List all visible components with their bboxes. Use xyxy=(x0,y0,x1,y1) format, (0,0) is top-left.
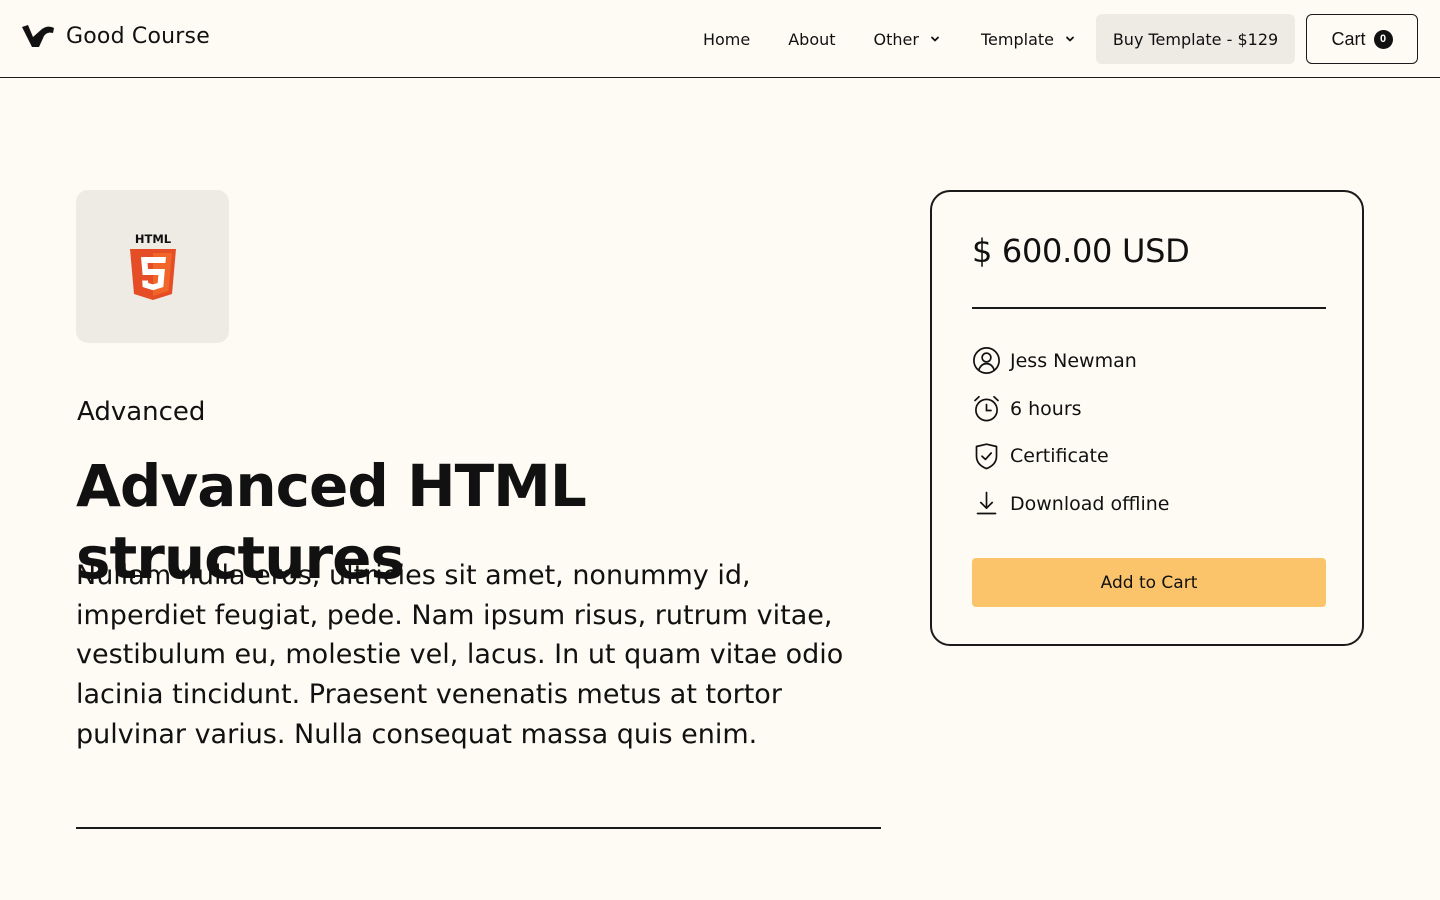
course-level: Advanced xyxy=(77,397,206,427)
chevron-down-icon xyxy=(931,36,939,42)
feature-label: 6 hours xyxy=(1010,397,1082,420)
html5-logo-text: HTML xyxy=(134,232,171,246)
feature-item-duration: 6 hours xyxy=(972,385,1326,433)
feature-label: Certificate xyxy=(1010,445,1109,468)
user-circle-icon xyxy=(973,347,1000,375)
brand-link[interactable]: Good Course xyxy=(22,24,210,49)
feature-item-certificate: Certificate xyxy=(972,432,1326,480)
feature-item-download: Download offline xyxy=(972,480,1326,528)
cart-count-badge: 0 xyxy=(1373,29,1393,49)
main-nav: Home About Other Template Buy Template -… xyxy=(703,13,1418,65)
cart-label: Cart xyxy=(1331,28,1366,49)
course-description: Nullam nulla eros, ultricies sit amet, n… xyxy=(76,560,844,750)
site-header: Good Course Home About Other Template Bu… xyxy=(0,0,1440,78)
chevron-down-icon xyxy=(1066,36,1074,42)
buy-template-button[interactable]: Buy Template - $129 xyxy=(1096,14,1295,64)
feature-item-instructor: Jess Newman xyxy=(972,337,1326,385)
shield-check-icon xyxy=(975,443,998,470)
download-icon xyxy=(976,492,997,515)
nav-about-link[interactable]: About xyxy=(788,30,835,49)
course-icon-box: HTML xyxy=(76,190,229,343)
cart-button[interactable]: Cart 0 xyxy=(1306,14,1418,64)
add-to-cart-button[interactable]: Add to Cart xyxy=(972,558,1326,607)
brand-name: Good Course xyxy=(66,24,210,49)
brand-logo-icon xyxy=(22,24,54,47)
nav-template-dropdown[interactable]: Template xyxy=(981,30,1076,49)
feature-label: Download offline xyxy=(1010,492,1170,515)
nav-template-label: Template xyxy=(980,29,1054,49)
feature-list: Jess Newman 6 hours Certificate Download… xyxy=(972,337,1326,528)
feature-label: Jess Newman xyxy=(1010,349,1137,372)
card-divider xyxy=(972,307,1326,309)
course-price: $ 600.00 USD xyxy=(972,232,1190,270)
nav-home-link[interactable]: Home xyxy=(703,30,750,49)
alarm-clock-icon xyxy=(974,395,999,422)
pricing-card: $ 600.00 USD Jess Newman 6 hours Certifi… xyxy=(930,190,1364,646)
html5-logo-icon: HTML xyxy=(129,232,176,300)
nav-other-dropdown[interactable]: Other xyxy=(874,30,941,49)
section-divider xyxy=(76,827,881,829)
nav-other-label: Other xyxy=(873,29,919,49)
